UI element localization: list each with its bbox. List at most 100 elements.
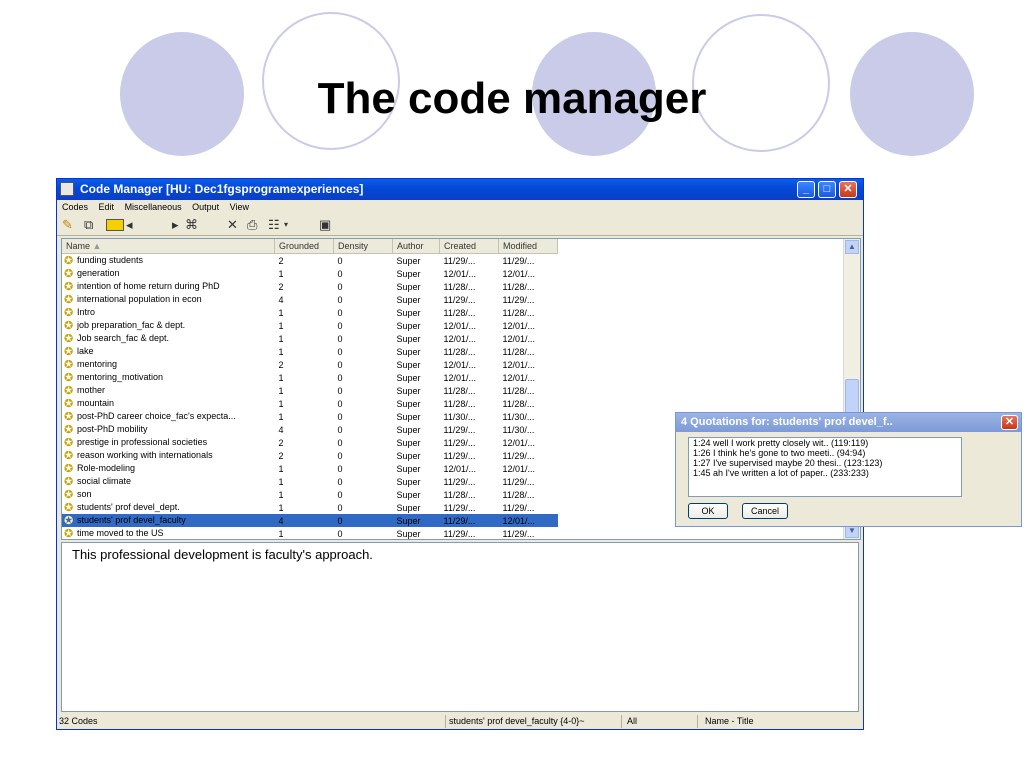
cell-created: 11/29/... xyxy=(443,528,476,539)
cell-modified: 12/01/... xyxy=(502,372,536,383)
table-row[interactable]: ✪ intention of home return during PhD 2 0 Su… xyxy=(62,280,558,293)
close-button[interactable]: ✕ xyxy=(839,181,857,198)
ok-button[interactable]: OK xyxy=(688,503,728,519)
cell-modified: 11/28/... xyxy=(502,346,535,357)
scroll-up-icon[interactable]: ▲ xyxy=(845,240,859,254)
cell-modified: 11/29/... xyxy=(502,528,535,539)
display-icon[interactable]: ▣ xyxy=(319,217,331,233)
code-name-cell: ✪ son xyxy=(62,488,275,501)
table-row[interactable]: ✪ funding students 2 0 Super 11/29/... 11/29/.… xyxy=(62,254,558,268)
cell-created: 12/01/... xyxy=(443,333,477,344)
col-modified[interactable]: Modified xyxy=(498,239,558,254)
quotation-item[interactable]: 1:45 ah I've written a lot of paper.. (2… xyxy=(689,468,961,478)
col-name[interactable]: Name ▲ xyxy=(62,239,275,254)
cell-density: 0 xyxy=(337,372,343,383)
menu-codes[interactable]: Codes xyxy=(62,200,88,214)
table-row[interactable]: ✪ job preparation_fac & dept. 1 0 Super 12/01… xyxy=(62,319,558,332)
cell-grounded: 4 xyxy=(278,294,284,305)
next-icon[interactable]: ▸ xyxy=(172,217,179,233)
menu-view[interactable]: View xyxy=(230,200,249,214)
table-row[interactable]: ✪ mentoring_motivation 1 0 Super 12/01/... 12/… xyxy=(62,371,558,384)
cell-created: 12/01/... xyxy=(443,268,477,279)
dropdown-icon[interactable]: ▾ xyxy=(284,217,288,233)
cell-modified: 11/29/... xyxy=(502,294,535,305)
table-row[interactable]: ✪ reason working with internationals 2 0 Sup… xyxy=(62,449,558,462)
header-row: Name ▲ Grounded Density Author Created M… xyxy=(62,239,558,254)
maximize-button[interactable]: □ xyxy=(818,181,836,198)
table-row[interactable]: ✪ mother 1 0 Super 11/28/... 11/28/... xyxy=(62,384,558,397)
table-row[interactable]: ✪ Job search_fac & dept. 1 0 Super 12/01/... 1… xyxy=(62,332,558,345)
menu-bar: Codes Edit Miscellaneous Output View xyxy=(57,200,863,214)
cell-author: Super xyxy=(396,398,421,409)
menu-miscellaneous[interactable]: Miscellaneous xyxy=(125,200,182,214)
cell-density: 0 xyxy=(337,385,343,396)
table-row[interactable]: ✪ post-PhD mobility 4 0 Super 11/29/... 11/30/… xyxy=(62,423,558,436)
comment-pane[interactable]: This professional development is faculty… xyxy=(61,542,859,712)
col-author[interactable]: Author xyxy=(392,239,440,254)
cell-created: 11/30/... xyxy=(443,411,476,422)
cell-created: 11/29/... xyxy=(443,424,476,435)
cell-density: 0 xyxy=(337,307,343,318)
code-icon: ✪ xyxy=(64,436,74,449)
table-row[interactable]: ✪ prestige in professional societies 2 0 Sup… xyxy=(62,436,558,449)
col-density[interactable]: Density xyxy=(333,239,393,254)
code-name-cell: ✪ generation xyxy=(62,267,275,280)
view-options-icon[interactable]: ☷ xyxy=(268,217,280,233)
cell-created: 11/29/... xyxy=(443,294,476,305)
table-row[interactable]: ✪ students' prof devel_faculty 4 0 Super 11/2… xyxy=(62,514,558,527)
cell-author: Super xyxy=(396,489,421,500)
cell-author: Super xyxy=(396,437,421,448)
table-row[interactable]: ✪ time moved to the US 1 0 Super 11/29/... 11/… xyxy=(62,527,558,539)
minimize-button[interactable]: _ xyxy=(797,181,815,198)
cell-modified: 11/30/... xyxy=(502,424,535,435)
code-icon: ✪ xyxy=(64,449,74,462)
quotation-item[interactable]: 1:24 well I work pretty closely wit.. (1… xyxy=(689,438,961,448)
table-row[interactable]: ✪ students' prof devel_dept. 1 0 Super 11/29/… xyxy=(62,501,558,514)
code-name-cell: ✪ students' prof devel_faculty xyxy=(62,514,275,527)
table-row[interactable]: ✪ international population in econ 4 0 Super… xyxy=(62,293,558,306)
table-row[interactable]: ✪ lake 1 0 Super 11/28/... 11/28/... xyxy=(62,345,558,358)
table-row[interactable]: ✪ mentoring 2 0 Super 12/01/... 12/01/... xyxy=(62,358,558,371)
prev-icon[interactable]: ◂ xyxy=(126,217,133,233)
print-icon[interactable]: ⎙ xyxy=(247,217,257,233)
cancel-button[interactable]: Cancel xyxy=(742,503,788,519)
delete-icon[interactable]: ✕ xyxy=(227,217,238,233)
menu-output[interactable]: Output xyxy=(192,200,219,214)
code-icon: ✪ xyxy=(64,345,74,358)
col-created[interactable]: Created xyxy=(439,239,499,254)
cell-created: 11/29/... xyxy=(439,514,499,527)
cell-author: Super xyxy=(396,528,421,539)
code-name: lake xyxy=(77,346,94,357)
table-row[interactable]: ✪ social climate 1 0 Super 11/29/... 11/29/... xyxy=(62,475,558,488)
status-count: 32 Codes xyxy=(59,716,98,726)
table-row[interactable]: ✪ post-PhD career choice_fac's expecta...… xyxy=(62,410,558,423)
dialog-titlebar[interactable]: 4 Quotations for: students' prof devel_f… xyxy=(676,413,1021,432)
table-row[interactable]: ✪ Intro 1 0 Super 11/28/... 11/28/... xyxy=(62,306,558,319)
window-titlebar[interactable]: Code Manager [HU: Dec1fgsprogramexperien… xyxy=(57,179,863,200)
code-name: post-PhD career choice_fac's expecta... xyxy=(77,411,236,422)
network-icon[interactable]: ⌘ xyxy=(185,217,198,233)
quotations-list[interactable]: 1:24 well I work pretty closely wit.. (1… xyxy=(688,437,962,497)
cell-modified: 11/29/... xyxy=(502,502,535,513)
table-row[interactable]: ✪ mountain 1 0 Super 11/28/... 11/28/... xyxy=(62,397,558,410)
new-code-icon[interactable]: ✎ xyxy=(62,217,73,233)
code-name-cell: ✪ intention of home return during PhD xyxy=(62,280,275,293)
table-row[interactable]: ✪ generation 1 0 Super 12/01/... 12/01/... xyxy=(62,267,558,280)
quotation-item[interactable]: 1:27 I've supervised maybe 20 thesi.. (1… xyxy=(689,458,961,468)
code-name: social climate xyxy=(77,476,132,487)
code-link-icon[interactable]: ⧉ xyxy=(84,217,93,233)
cell-grounded: 1 xyxy=(278,528,284,539)
table-row[interactable]: ✪ Role-modeling 1 0 Super 12/01/... 12/01/... xyxy=(62,462,558,475)
status-filter: All xyxy=(627,716,638,726)
color-box-icon[interactable] xyxy=(106,219,124,231)
cell-author: Super xyxy=(392,514,440,527)
cell-modified: 12/01/... xyxy=(502,463,536,474)
menu-edit[interactable]: Edit xyxy=(99,200,115,214)
cell-author: Super xyxy=(396,268,421,279)
code-name: mentoring_motivation xyxy=(77,372,164,383)
col-grounded[interactable]: Grounded xyxy=(274,239,334,254)
table-row[interactable]: ✪ son 1 0 Super 11/28/... 11/28/... xyxy=(62,488,558,501)
code-name: prestige in professional societies xyxy=(77,437,208,448)
quotation-item[interactable]: 1:26 I think he's gone to two meeti.. (9… xyxy=(689,448,961,458)
dialog-close-icon[interactable]: ✕ xyxy=(1001,415,1018,430)
